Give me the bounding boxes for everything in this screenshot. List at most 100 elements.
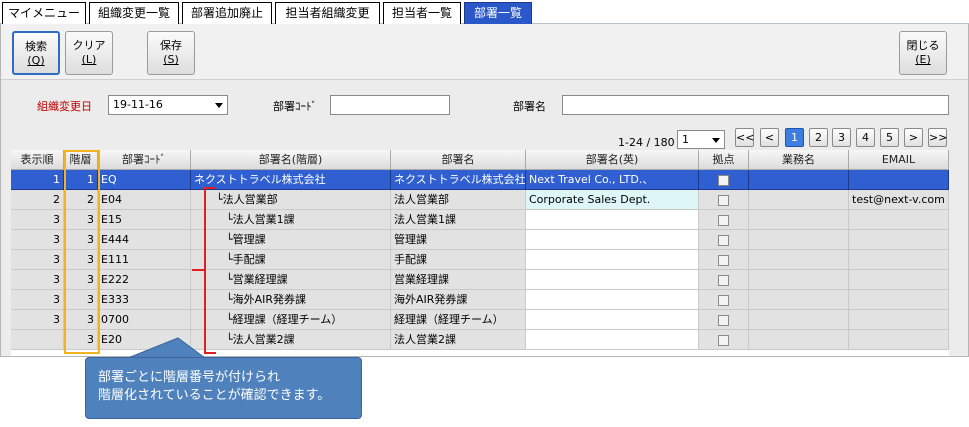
table-row[interactable]: 1 1 EQ ネクストトラベル株式会社 ネクストトラベル株式会社 Next Travel … <box>11 170 949 190</box>
next-page-button[interactable]: > <box>904 128 923 147</box>
base-checkbox[interactable] <box>718 314 729 326</box>
tab-dept-add-remove[interactable]: 部署追加廃止 <box>182 2 272 24</box>
annotation-callout: 部署ごとに階層番号が付けられ 階層化されていることが確認できます。 <box>85 357 362 419</box>
cell-name-en[interactable] <box>526 290 699 310</box>
cell-code: E20 <box>98 330 191 350</box>
table-row[interactable]: 3 3 E111 └手配課 手配課 <box>11 250 949 270</box>
close-button[interactable]: 閉じる (E) <box>899 31 947 75</box>
cell-name-tree: └営業経理課 <box>191 270 391 290</box>
table-row[interactable]: 3 3 E222 └営業経理課 営業経理課 <box>11 270 949 290</box>
col-header-business[interactable]: 業務名 <box>749 150 849 170</box>
cell-base <box>699 290 749 310</box>
page-button-2[interactable]: 2 <box>809 128 828 147</box>
save-button-shortcut: (S) <box>163 53 179 66</box>
table-row[interactable]: 2 2 E04 └法人営業部 法人営業部 Corporate Sales Dept. tes… <box>11 190 949 210</box>
cell-email[interactable] <box>849 210 949 230</box>
cell-business[interactable] <box>749 330 849 350</box>
clear-button[interactable]: クリア (L) <box>65 31 113 75</box>
cell-name-tree: └管理課 <box>191 230 391 250</box>
base-checkbox[interactable] <box>718 334 729 346</box>
search-button[interactable]: 検索 (Q) <box>12 31 60 75</box>
col-header-order[interactable]: 表示順 <box>11 150 64 170</box>
cell-business[interactable] <box>749 210 849 230</box>
cell-name-en[interactable]: Corporate Sales Dept. <box>526 190 699 210</box>
cell-name: 法人営業2課 <box>391 330 526 350</box>
tab-org-change-list[interactable]: 組織変更一覧 <box>89 2 179 24</box>
cell-business[interactable] <box>749 310 849 330</box>
hierarchy-bracket <box>204 187 216 354</box>
col-header-code[interactable]: 部署ｺｰﾄﾞ <box>98 150 191 170</box>
tab-staff-list[interactable]: 担当者一覧 <box>383 2 461 24</box>
cell-business[interactable] <box>749 250 849 270</box>
cell-name-en[interactable] <box>526 330 699 350</box>
base-checkbox[interactable] <box>718 234 729 246</box>
page-button-4[interactable]: 4 <box>856 128 875 147</box>
cell-email[interactable] <box>849 230 949 250</box>
cell-business[interactable] <box>749 270 849 290</box>
cell-name-tree: └法人営業部 <box>191 190 391 210</box>
tab-dept-list[interactable]: 部署一覧 <box>464 2 532 24</box>
table-row[interactable]: 3 3 E333 └海外AIR発券課 海外AIR発券課 <box>11 290 949 310</box>
page-button-1[interactable]: 1 <box>785 128 804 147</box>
base-checkbox[interactable] <box>718 254 729 266</box>
col-header-name[interactable]: 部署名 <box>391 150 526 170</box>
cell-order: 3 <box>11 270 64 290</box>
cell-base <box>699 230 749 250</box>
tab-staff-org-change[interactable]: 担当者組織変更 <box>275 2 380 24</box>
cell-business[interactable] <box>749 230 849 250</box>
col-header-name-en[interactable]: 部署名(英) <box>526 150 699 170</box>
cell-name-en[interactable] <box>526 310 699 330</box>
cell-order: 1 <box>11 170 64 190</box>
last-page-button[interactable]: >> <box>928 128 947 147</box>
cell-name-en[interactable] <box>526 270 699 290</box>
cell-email[interactable] <box>849 290 949 310</box>
table-row[interactable]: 3 3 0700 └経理課（経理チーム） 経理課（経理チーム） <box>11 310 949 330</box>
cell-code: E111 <box>98 250 191 270</box>
cell-business[interactable] <box>749 170 849 190</box>
cell-name-en[interactable] <box>526 230 699 250</box>
cell-name-tree: ネクストトラベル株式会社 <box>191 170 391 190</box>
page-select[interactable]: 1 <box>677 130 725 149</box>
toolbar: 検索 (Q) クリア (L) 保存 (S) 閉じる (E) <box>1 24 968 80</box>
base-checkbox[interactable] <box>718 194 729 206</box>
cell-email[interactable] <box>849 170 949 190</box>
base-checkbox[interactable] <box>718 294 729 306</box>
cell-email[interactable] <box>849 270 949 290</box>
base-checkbox[interactable] <box>718 174 729 186</box>
cell-order: 3 <box>11 250 64 270</box>
cell-name: 経理課（経理チーム） <box>391 310 526 330</box>
table-row[interactable]: 3 3 E444 └管理課 管理課 <box>11 230 949 250</box>
cell-name-en[interactable] <box>526 250 699 270</box>
col-header-base[interactable]: 拠点 <box>699 150 749 170</box>
col-header-name-tree[interactable]: 部署名(階層) <box>191 150 391 170</box>
first-page-button[interactable]: << <box>735 128 754 147</box>
cell-name-en[interactable] <box>526 210 699 230</box>
org-change-date-select[interactable]: 19-11-16 <box>108 95 228 115</box>
prev-page-button[interactable]: < <box>760 128 779 147</box>
level-highlight-box <box>64 150 100 354</box>
tab-my-menu[interactable]: マイメニュー <box>2 2 86 24</box>
cell-email[interactable] <box>849 250 949 270</box>
page-button-5[interactable]: 5 <box>880 128 899 147</box>
page-button-3[interactable]: 3 <box>832 128 851 147</box>
col-header-email[interactable]: EMAIL <box>849 150 949 170</box>
cell-name-en[interactable]: Next Travel Co., LTD.、 <box>526 170 699 190</box>
cell-code: 0700 <box>98 310 191 330</box>
cell-email[interactable] <box>849 310 949 330</box>
cell-business[interactable] <box>749 290 849 310</box>
hierarchy-bracket-tick <box>192 269 204 271</box>
base-checkbox[interactable] <box>718 214 729 226</box>
grid-header: 表示順 階層 部署ｺｰﾄﾞ 部署名(階層) 部署名 部署名(英) 拠点 業務名 … <box>11 150 949 170</box>
base-checkbox[interactable] <box>718 274 729 286</box>
cell-email[interactable] <box>849 330 949 350</box>
dept-name-input[interactable] <box>562 95 949 115</box>
cell-email[interactable]: test@next-v.com <box>849 190 949 210</box>
dept-name-label: 部署名 <box>513 100 546 113</box>
dept-code-input[interactable] <box>330 95 450 115</box>
cell-business[interactable] <box>749 190 849 210</box>
save-button[interactable]: 保存 (S) <box>147 31 195 75</box>
table-row[interactable]: 3 3 E15 └法人営業1課 法人営業1課 <box>11 210 949 230</box>
table-row[interactable]: 3 E20 └法人営業2課 法人営業2課 <box>11 330 949 350</box>
chevron-down-icon <box>712 138 720 143</box>
cell-order: 3 <box>11 230 64 250</box>
